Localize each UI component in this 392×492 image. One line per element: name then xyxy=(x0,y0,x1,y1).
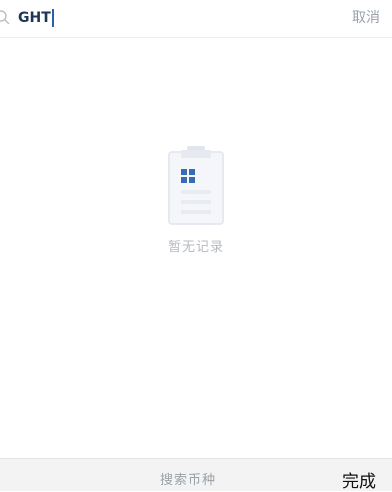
cancel-button[interactable]: 取消 xyxy=(352,6,380,30)
toolbar-placeholder: 搜索币种 xyxy=(159,473,216,488)
keyboard-toolbar: 搜索币种 完成 xyxy=(0,458,392,492)
search-input-value: GHT xyxy=(18,10,51,26)
empty-state: 暂无记录 xyxy=(0,140,392,255)
done-button[interactable]: 完成 xyxy=(342,467,376,492)
text-caret xyxy=(51,9,54,27)
search-input[interactable]: GHT xyxy=(18,6,54,30)
clipboard-empty-icon xyxy=(168,146,224,225)
search-bar: GHT 取消 xyxy=(0,0,392,38)
empty-message: 暂无记录 xyxy=(167,240,224,255)
search-icon xyxy=(0,10,10,25)
